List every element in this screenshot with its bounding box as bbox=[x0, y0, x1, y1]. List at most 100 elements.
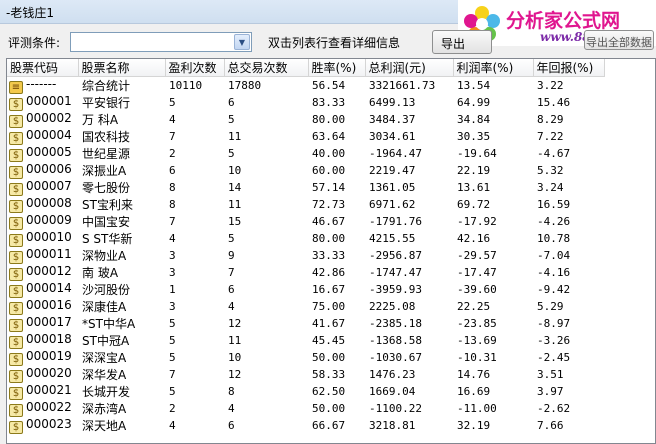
filter-condition-select[interactable]: ▼ bbox=[70, 32, 252, 52]
table-row[interactable]: $000006 深振业A 6 10 60.00 2219.47 22.19 5.32 bbox=[7, 162, 604, 179]
cell-annual-return-value: -7.04 bbox=[537, 249, 571, 262]
cell-win-count: 1 bbox=[165, 281, 224, 298]
cell-trade-count: 4 bbox=[224, 298, 308, 315]
table-row[interactable]: $000011 深物业A 3 9 33.33 -2956.87 -29.57 -7.04 bbox=[7, 247, 604, 264]
cell-profit-rate-value: -19.64 bbox=[457, 147, 497, 160]
cell-code: $000010 bbox=[7, 230, 78, 247]
cell-win-rate-value: 80.00 bbox=[312, 113, 346, 126]
table-row[interactable]: $000004 国农科技 7 11 63.64 3034.61 30.35 7.22 bbox=[7, 128, 604, 145]
cell-win-count: 3 bbox=[165, 247, 224, 264]
cell-win-count-value: 5 bbox=[169, 385, 176, 398]
cell-win-count-value: 8 bbox=[169, 198, 176, 211]
cell-win-rate: 33.33 bbox=[308, 247, 365, 264]
cell-trade-count-value: 5 bbox=[228, 147, 235, 160]
cell-win-count: 2 bbox=[165, 145, 224, 162]
table-row[interactable]: $000012 南 玻A 3 7 42.86 -1747.47 -17.47 -4.16 bbox=[7, 264, 604, 281]
table-row[interactable]: $000019 深深宝A 5 10 50.00 -1030.67 -10.31 -2.45 bbox=[7, 349, 604, 366]
cell-profit-rate-value: -10.31 bbox=[457, 351, 497, 364]
cell-code: $000001 bbox=[7, 94, 78, 111]
cell-win-count: 4 bbox=[165, 230, 224, 247]
cell-annual-return: -7.04 bbox=[533, 247, 604, 264]
table-row[interactable]: $000017 *ST中华A 5 12 41.67 -2385.18 -23.85 -8.97 bbox=[7, 315, 604, 332]
table-row[interactable]: $000005 世纪星源 2 5 40.00 -1964.47 -19.64 -4.67 bbox=[7, 145, 604, 162]
table-row[interactable]: $000018 ST中冠A 5 11 45.45 -1368.58 -13.69 -3.26 bbox=[7, 332, 604, 349]
cell-win-count-value: 5 bbox=[169, 351, 176, 364]
col-header-annual-return[interactable]: 年回报(%) bbox=[533, 59, 605, 77]
cell-code: $000014 bbox=[7, 281, 78, 298]
cell-total-profit: 3484.37 bbox=[365, 111, 453, 128]
table-row[interactable]: $000020 深华发A 7 12 58.33 1476.23 14.76 3.51 bbox=[7, 366, 604, 383]
cell-annual-return-value: 5.29 bbox=[537, 300, 564, 313]
table-row[interactable]: $000022 深赤湾A 2 4 50.00 -1100.22 -11.00 -2.62 bbox=[7, 400, 604, 417]
col-header-win-rate[interactable]: 胜率(%) bbox=[308, 59, 366, 77]
cell-win-rate: 56.54 bbox=[308, 77, 365, 95]
cell-total-profit-value: -1368.58 bbox=[369, 334, 422, 347]
dollar-doc-icon: $ bbox=[9, 166, 23, 179]
table-row[interactable]: $000007 零七股份 8 14 57.14 1361.05 13.61 3.24 bbox=[7, 179, 604, 196]
summary-row[interactable]: ≡ ------- 综合统计 10110 17880 56.54 3321661.73 13.… bbox=[7, 77, 604, 95]
cell-annual-return: 3.51 bbox=[533, 366, 604, 383]
export-all-button[interactable]: 导出全部数据 bbox=[584, 30, 654, 50]
dollar-doc-icon: $ bbox=[9, 319, 23, 332]
cell-code: $000007 bbox=[7, 179, 78, 196]
table-row[interactable]: $000014 沙河股份 1 6 16.67 -3959.93 -39.60 -9.42 bbox=[7, 281, 604, 298]
chevron-down-icon[interactable]: ▼ bbox=[234, 34, 250, 50]
cell-win-count-value: 3 bbox=[169, 249, 176, 262]
cell-trade-count: 14 bbox=[224, 179, 308, 196]
cell-total-profit-value: 2225.08 bbox=[369, 300, 416, 313]
cell-win-rate: 83.33 bbox=[308, 94, 365, 111]
dollar-doc-icon: $ bbox=[9, 132, 23, 145]
col-header-trade-count[interactable]: 总交易次数 bbox=[224, 59, 309, 77]
cell-win-count: 4 bbox=[165, 111, 224, 128]
cell-annual-return-value: -4.26 bbox=[537, 215, 571, 228]
cell-win-rate: 42.86 bbox=[308, 264, 365, 281]
col-header-win-count[interactable]: 盈利次数 bbox=[165, 59, 225, 77]
export-button[interactable]: 导出 bbox=[432, 30, 492, 54]
cell-profit-rate: -11.00 bbox=[453, 400, 533, 417]
cell-win-count: 5 bbox=[165, 383, 224, 400]
col-header-name[interactable]: 股票名称 bbox=[78, 59, 166, 77]
results-table[interactable]: 股票代码 股票名称 盈利次数 总交易次数 胜率(%) 总利润(元) 利润率(%)… bbox=[6, 58, 656, 444]
cell-code: $000021 bbox=[7, 383, 78, 400]
table-row[interactable]: $000021 长城开发 5 8 62.50 1669.04 16.69 3.97 bbox=[7, 383, 604, 400]
col-header-total-profit[interactable]: 总利润(元) bbox=[365, 59, 454, 77]
cell-name: 深深宝A bbox=[78, 349, 165, 366]
cell-annual-return: -4.16 bbox=[533, 264, 604, 281]
table-row[interactable]: $000008 ST宝利来 8 11 72.73 6971.62 69.72 16.59 bbox=[7, 196, 604, 213]
cell-name: ST宝利来 bbox=[78, 196, 165, 213]
dollar-doc-icon: $ bbox=[9, 149, 23, 162]
summary-doc-icon: ≡ bbox=[9, 81, 23, 94]
dollar-doc-icon: $ bbox=[9, 200, 23, 213]
cell-annual-return-value: -9.42 bbox=[537, 283, 571, 296]
table-row[interactable]: $000009 中国宝安 7 15 46.67 -1791.76 -17.92 -4.26 bbox=[7, 213, 604, 230]
col-header-profit-rate[interactable]: 利润率(%) bbox=[453, 59, 534, 77]
cell-win-rate-value: 45.45 bbox=[312, 334, 346, 347]
table-row[interactable]: $000016 深康佳A 3 4 75.00 2225.08 22.25 5.29 bbox=[7, 298, 604, 315]
cell-code: ≡ ------- bbox=[7, 77, 78, 94]
table-row[interactable]: $000001 平安银行 5 6 83.33 6499.13 64.99 15.46 bbox=[7, 94, 604, 111]
table-row[interactable]: $000010 S ST华新 4 5 80.00 4215.55 42.16 10.78 bbox=[7, 230, 604, 247]
cell-total-profit: -1100.22 bbox=[365, 400, 453, 417]
cell-annual-return-value: -3.26 bbox=[537, 334, 571, 347]
cell-profit-rate: -39.60 bbox=[453, 281, 533, 298]
cell-total-profit-value: -1747.47 bbox=[369, 266, 422, 279]
cell-total-profit: -1747.47 bbox=[365, 264, 453, 281]
cell-profit-rate-value: 42.16 bbox=[457, 232, 491, 245]
cell-code: $000017 bbox=[7, 315, 78, 332]
table-row[interactable]: $000023 深天地A 4 6 66.67 3218.81 32.19 7.66 bbox=[7, 417, 604, 434]
table-header: 股票代码 股票名称 盈利次数 总交易次数 胜率(%) 总利润(元) 利润率(%)… bbox=[7, 59, 605, 77]
col-header-code[interactable]: 股票代码 bbox=[7, 59, 79, 77]
cell-name: 深康佳A bbox=[78, 298, 165, 315]
cell-name: 长城开发 bbox=[78, 383, 165, 400]
cell-win-count: 7 bbox=[165, 128, 224, 145]
cell-name-value: 国农科技 bbox=[82, 130, 131, 144]
cell-name: 零七股份 bbox=[78, 179, 165, 196]
table-row[interactable]: $000002 万 科A 4 5 80.00 3484.37 34.84 8.29 bbox=[7, 111, 604, 128]
cell-annual-return-value: 8.29 bbox=[537, 113, 564, 126]
hint-text: 双击列表行查看详细信息 bbox=[268, 36, 401, 50]
cell-name-value: 深物业A bbox=[82, 249, 127, 263]
cell-total-profit-value: -1030.67 bbox=[369, 351, 422, 364]
cell-trade-count: 8 bbox=[224, 383, 308, 400]
cell-win-count-value: 8 bbox=[169, 181, 176, 194]
cell-win-rate-value: 56.54 bbox=[312, 79, 346, 92]
